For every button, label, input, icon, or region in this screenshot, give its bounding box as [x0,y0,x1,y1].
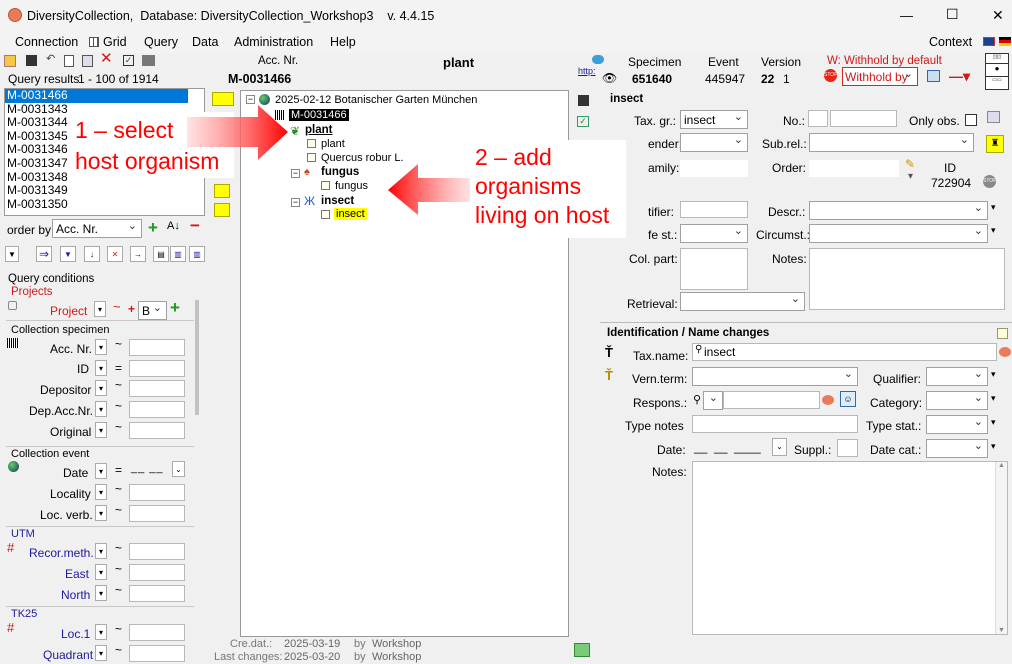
arrow-to-host [187,105,288,160]
arrow-to-tree [388,164,470,215]
annotation-arrows [187,105,470,215]
